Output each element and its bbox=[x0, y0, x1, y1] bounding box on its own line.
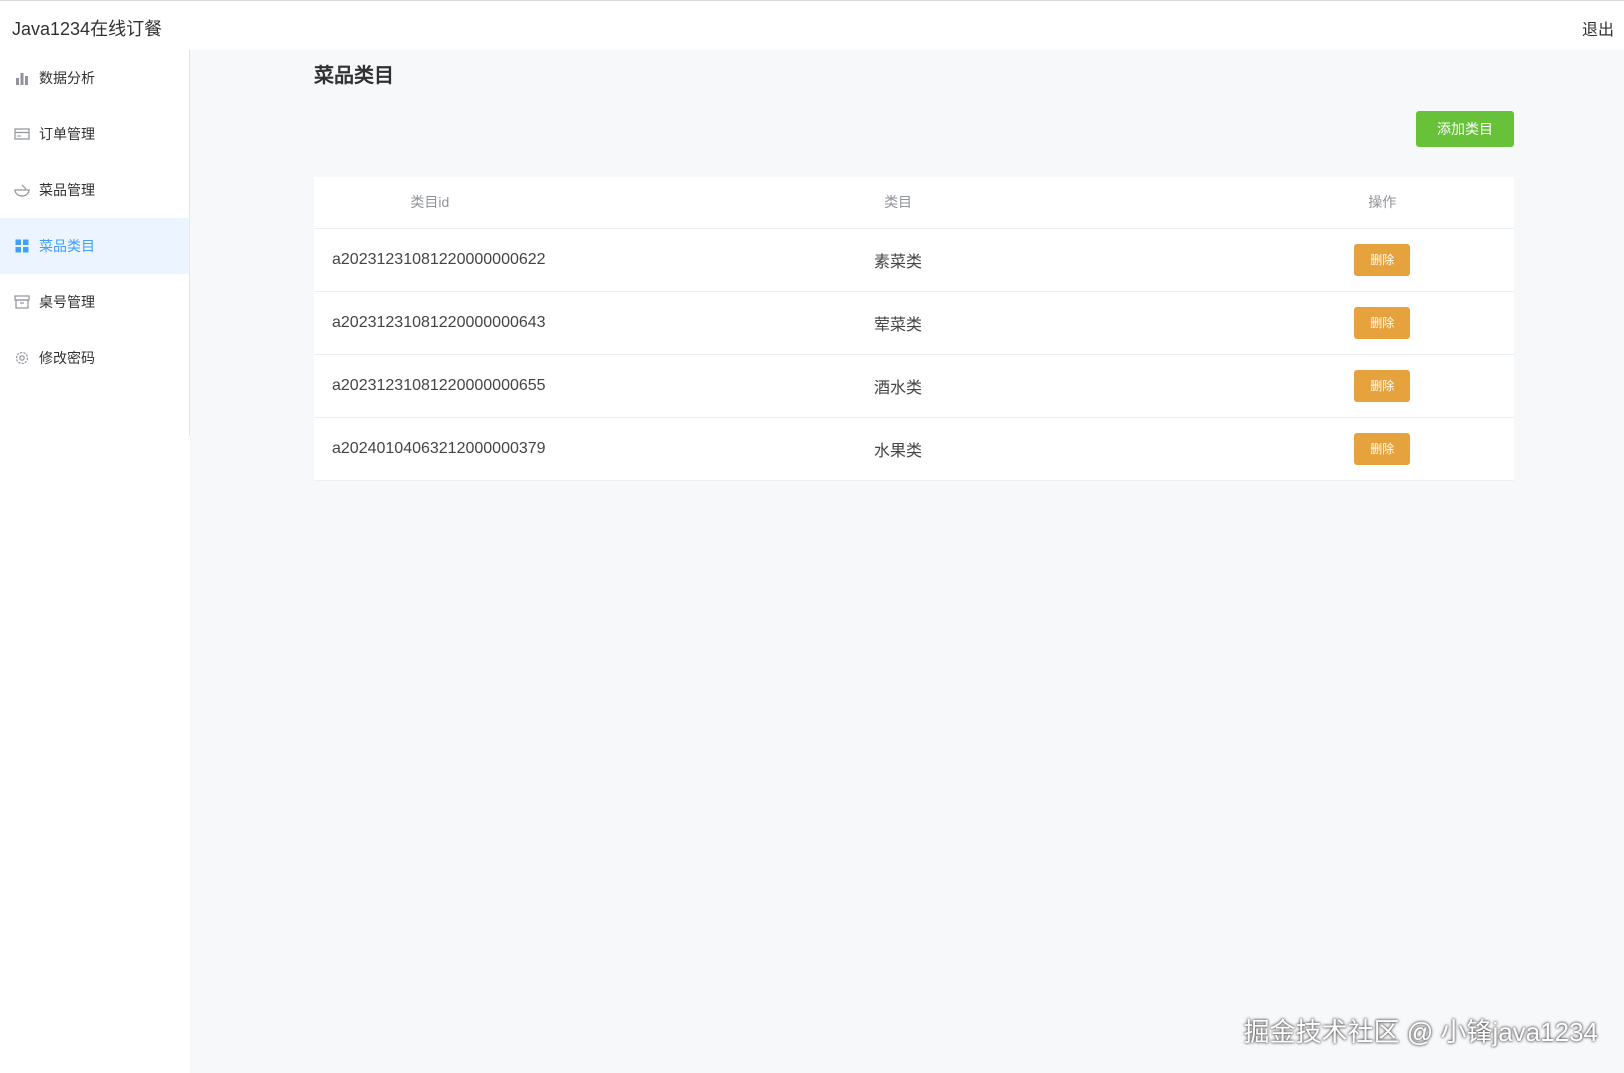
action-cell: 删除 bbox=[1250, 228, 1514, 292]
table-row: a20231231081220000000643 荤菜类 删除 bbox=[314, 291, 1514, 355]
delete-button[interactable]: 删除 bbox=[1354, 243, 1411, 276]
top-header: Java1234在线订餐 退出 bbox=[0, 0, 1624, 50]
app-title: Java1234在线订餐 bbox=[12, 19, 163, 39]
category-id-cell: a20231231081220000000655 bbox=[314, 354, 546, 418]
gear-icon bbox=[14, 350, 30, 366]
category-id-cell: a20231231081220000000622 bbox=[314, 228, 546, 292]
sidebar-menu: 数据分析 订单管理 菜品管理 菜品类目 桌号管理 修改密码 bbox=[0, 50, 190, 436]
category-name-cell: 素菜类 bbox=[545, 228, 1251, 292]
main-content: 菜品类目 添加类目 类目id 类目 操作 a202312310812200000… bbox=[190, 50, 1624, 1073]
logout-link[interactable]: 退出 bbox=[1582, 16, 1614, 40]
card-icon bbox=[14, 126, 30, 142]
table-header-row: 类目id 类目 操作 bbox=[314, 177, 1514, 229]
category-name-cell: 酒水类 bbox=[545, 354, 1251, 418]
sidebar-item-change-password[interactable]: 修改密码 bbox=[0, 330, 189, 386]
category-name-cell: 荤菜类 bbox=[545, 291, 1251, 355]
column-header-action: 操作 bbox=[1250, 177, 1514, 229]
watermark: 掘金技术社区 @ 小锋java1234 bbox=[1243, 1017, 1598, 1047]
action-cell: 删除 bbox=[1250, 354, 1514, 418]
table-row: a20231231081220000000622 素菜类 删除 bbox=[314, 228, 1514, 292]
sidebar-item-table-number[interactable]: 桌号管理 bbox=[0, 274, 189, 330]
sidebar-item-label: 数据分析 bbox=[39, 70, 95, 86]
sidebar-item-dish-category[interactable]: 菜品类目 bbox=[0, 218, 189, 274]
column-header-id: 类目id bbox=[314, 177, 546, 229]
sidebar-item-label: 菜品管理 bbox=[39, 182, 95, 198]
sidebar-item-data-analysis[interactable]: 数据分析 bbox=[0, 50, 189, 106]
sidebar: 数据分析 订单管理 菜品管理 菜品类目 桌号管理 修改密码 bbox=[0, 50, 190, 1073]
category-id-cell: a20231231081220000000643 bbox=[314, 291, 546, 355]
box-icon bbox=[14, 294, 30, 310]
sidebar-item-label: 桌号管理 bbox=[39, 294, 95, 310]
add-category-button[interactable]: 添加类目 bbox=[1416, 111, 1514, 147]
sidebar-item-dish-management[interactable]: 菜品管理 bbox=[0, 162, 189, 218]
delete-button[interactable]: 删除 bbox=[1354, 306, 1411, 339]
sidebar-item-label: 修改密码 bbox=[39, 350, 95, 366]
table-row: a20240104063212000000379 水果类 删除 bbox=[314, 417, 1514, 481]
column-header-category: 类目 bbox=[545, 177, 1251, 229]
sidebar-item-order-management[interactable]: 订单管理 bbox=[0, 106, 189, 162]
table-row: a20231231081220000000655 酒水类 删除 bbox=[314, 354, 1514, 418]
delete-button[interactable]: 删除 bbox=[1354, 369, 1411, 402]
sidebar-item-label: 订单管理 bbox=[39, 126, 95, 142]
bar-chart-icon bbox=[14, 70, 30, 86]
action-cell: 删除 bbox=[1250, 417, 1514, 481]
bowl-icon bbox=[14, 182, 30, 198]
category-table: 类目id 类目 操作 a20231231081220000000622 素菜类 … bbox=[314, 177, 1514, 481]
category-name-cell: 水果类 bbox=[545, 417, 1251, 481]
category-id-cell: a20240104063212000000379 bbox=[314, 417, 546, 481]
action-cell: 删除 bbox=[1250, 291, 1514, 355]
delete-button[interactable]: 删除 bbox=[1354, 432, 1411, 465]
grid-icon bbox=[14, 238, 30, 254]
page-title: 菜品类目 bbox=[314, 65, 394, 87]
sidebar-item-label: 菜品类目 bbox=[39, 238, 95, 254]
